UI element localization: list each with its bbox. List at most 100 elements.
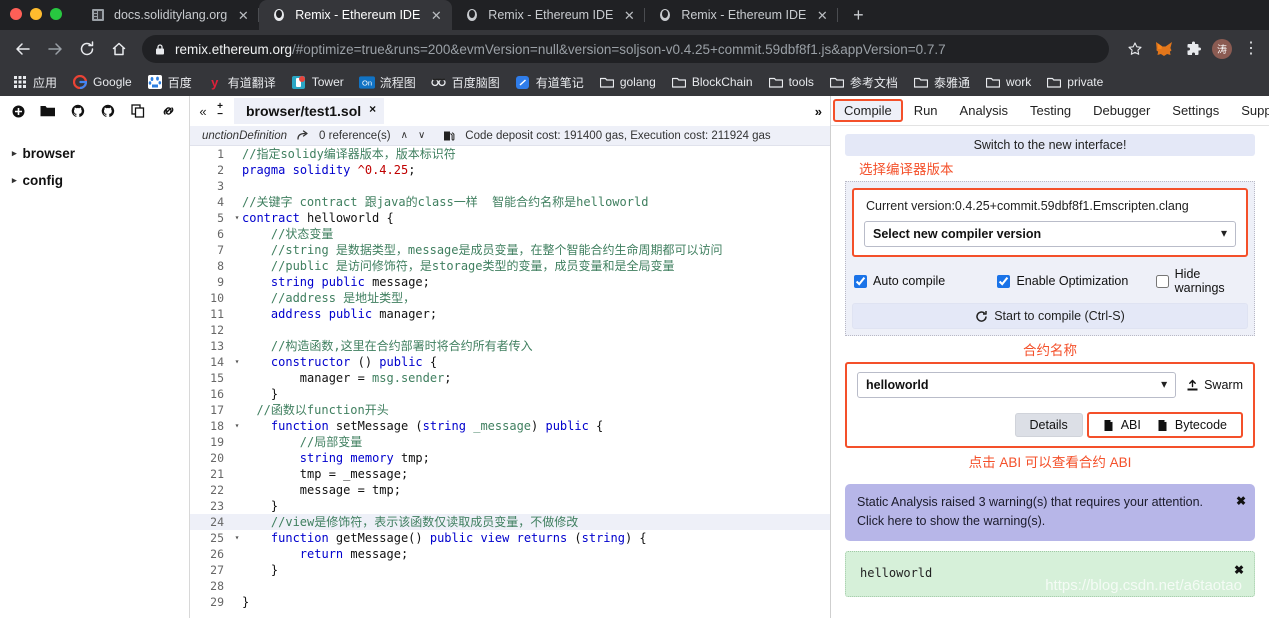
- bookmark-private[interactable]: private: [1040, 72, 1109, 92]
- publish-gist-icon[interactable]: [100, 103, 116, 119]
- file-tree-node-config[interactable]: ▸ config: [8, 167, 181, 194]
- expand-right-icon[interactable]: »: [815, 104, 830, 119]
- code-line[interactable]: 15 manager = msg.sender;: [190, 370, 830, 386]
- bookmark-blockchain[interactable]: BlockChain: [665, 72, 759, 92]
- browser-tab-0[interactable]: docs.soliditylang.org ✕: [78, 0, 260, 30]
- compile-success-panel[interactable]: helloworld ✖ https://blog.csdn.net/a6tao…: [845, 550, 1255, 597]
- hide-warnings-checkbox-row[interactable]: Hide warnings: [1155, 267, 1246, 295]
- start-compile-button[interactable]: Start to compile (Ctrl-S): [852, 303, 1248, 329]
- code-line[interactable]: 3: [190, 178, 830, 194]
- goto-reference-icon[interactable]: [297, 130, 309, 141]
- contract-select[interactable]: helloworld: [857, 372, 1177, 398]
- close-icon[interactable]: ✕: [621, 7, 637, 23]
- copy-abi-button[interactable]: ABI: [1095, 417, 1149, 433]
- reload-icon[interactable]: [72, 34, 102, 64]
- forward-icon[interactable]: [40, 34, 70, 64]
- puzzle-extension-icon[interactable]: [1183, 39, 1203, 59]
- close-icon[interactable]: ✕: [428, 7, 444, 23]
- browser-tab-3[interactable]: Remix - Ethereum IDE ✕: [645, 0, 839, 30]
- close-icon[interactable]: ✖: [1234, 563, 1244, 577]
- enable-optimization-checkbox-row[interactable]: Enable Optimization: [997, 274, 1155, 288]
- window-minimize-button[interactable]: [30, 8, 42, 20]
- close-icon[interactable]: ✕: [235, 7, 251, 23]
- new-tab-button[interactable]: +: [844, 1, 872, 29]
- browser-tab-2[interactable]: Remix - Ethereum IDE ✕: [452, 0, 646, 30]
- fold-toggle-icon[interactable]: ▾: [232, 418, 242, 434]
- next-reference-icon[interactable]: ∨: [418, 130, 425, 141]
- code-line[interactable]: 1 //指定solidy编译器版本，版本标识符: [190, 146, 830, 162]
- code-line[interactable]: 26 return message;: [190, 546, 830, 562]
- window-close-button[interactable]: [10, 8, 22, 20]
- details-button[interactable]: Details: [1014, 413, 1083, 437]
- auto-compile-checkbox[interactable]: [854, 274, 867, 288]
- code-line[interactable]: 25 ▾ function getMessage() public view re…: [190, 530, 830, 546]
- bookmark-work[interactable]: work: [979, 72, 1037, 92]
- code-line[interactable]: 23 }: [190, 498, 830, 514]
- prev-reference-icon[interactable]: ∧: [401, 130, 408, 141]
- bookmark-baidu-naotu[interactable]: 百度脑图: [425, 72, 506, 93]
- code-line[interactable]: 28: [190, 578, 830, 594]
- zoom-out-button[interactable]: −: [217, 110, 223, 120]
- file-tree-node-browser[interactable]: ▸ browser: [8, 140, 181, 167]
- tab-run[interactable]: Run: [903, 99, 949, 122]
- fold-toggle-icon[interactable]: ▾: [232, 530, 242, 546]
- home-icon[interactable]: [104, 34, 134, 64]
- switch-interface-banner[interactable]: Switch to the new interface!: [845, 134, 1255, 156]
- chevron-right-icon[interactable]: ▸: [12, 148, 17, 159]
- bookmark-tower[interactable]: Tower: [285, 72, 350, 92]
- code-line[interactable]: 20 string memory tmp;: [190, 450, 830, 466]
- bookmark-apps[interactable]: 应用: [6, 72, 63, 93]
- code-content[interactable]: 1 //指定solidy编译器版本，版本标识符 2 pragma solidity ^…: [190, 146, 830, 618]
- copy-files-icon[interactable]: [130, 103, 146, 119]
- hide-warnings-checkbox[interactable]: [1155, 274, 1169, 288]
- code-line[interactable]: 19 //局部变量: [190, 434, 830, 450]
- bookmark-reference-docs[interactable]: 参考文档: [823, 72, 904, 93]
- auto-compile-checkbox-row[interactable]: Auto compile: [854, 274, 997, 288]
- code-line[interactable]: 24 //view是修饰符，表示该函数仅读取成员变量，不做修改: [190, 514, 830, 530]
- code-line[interactable]: 18 ▾ function setMessage (string _message…: [190, 418, 830, 434]
- back-icon[interactable]: [8, 34, 38, 64]
- profile-avatar[interactable]: 涛: [1212, 39, 1232, 59]
- code-line[interactable]: 11 address public manager;: [190, 306, 830, 322]
- code-line[interactable]: 13 //构造函数,这里在合约部署时将合约所有者传入: [190, 338, 830, 354]
- collapse-left-icon[interactable]: «: [194, 104, 212, 119]
- code-line[interactable]: 2 pragma solidity ^0.4.25;: [190, 162, 830, 178]
- editor-file-tab[interactable]: browser/test1.sol ×: [234, 98, 385, 124]
- create-new-file-icon[interactable]: [10, 103, 26, 119]
- bookmark-baidu[interactable]: 百度: [141, 72, 198, 93]
- code-line[interactable]: 17 //函数以function开头: [190, 402, 830, 418]
- window-controls[interactable]: [10, 8, 62, 20]
- bookmark-youdao-translate[interactable]: y 有道翻译: [201, 72, 282, 93]
- code-line[interactable]: 16 }: [190, 386, 830, 402]
- browser-tab-1[interactable]: Remix - Ethereum IDE ✕: [259, 0, 453, 30]
- close-icon[interactable]: ✖: [1236, 492, 1246, 511]
- tab-debugger[interactable]: Debugger: [1082, 99, 1161, 122]
- chevron-right-icon[interactable]: ▸: [12, 175, 17, 186]
- bookmark-taiyatong[interactable]: 泰雅通: [907, 72, 976, 93]
- code-line[interactable]: 8 //public 是访问修饰符，是storage类型的变量，成员变量和是全局…: [190, 258, 830, 274]
- tab-testing[interactable]: Testing: [1019, 99, 1082, 122]
- tab-analysis[interactable]: Analysis: [949, 99, 1019, 122]
- code-line[interactable]: 9 string public message;: [190, 274, 830, 290]
- connect-github-icon[interactable]: [70, 103, 86, 119]
- code-line[interactable]: 6 //状态变量: [190, 226, 830, 242]
- static-analysis-warning[interactable]: Static Analysis raised 3 warning(s) that…: [845, 484, 1255, 541]
- copy-bytecode-button[interactable]: Bytecode: [1149, 417, 1235, 433]
- code-line[interactable]: 14 ▾ constructor () public {: [190, 354, 830, 370]
- fold-toggle-icon[interactable]: ▾: [232, 210, 242, 226]
- close-icon[interactable]: ✕: [814, 7, 830, 23]
- tab-compile[interactable]: Compile: [833, 99, 903, 122]
- code-line[interactable]: 21 tmp = _message;: [190, 466, 830, 482]
- close-icon[interactable]: ×: [369, 102, 376, 116]
- tab-support[interactable]: Support: [1230, 99, 1269, 122]
- code-line[interactable]: 22 message = tmp;: [190, 482, 830, 498]
- window-maximize-button[interactable]: [50, 8, 62, 20]
- code-line[interactable]: 12: [190, 322, 830, 338]
- link-icon[interactable]: [160, 103, 176, 119]
- bookmark-golang[interactable]: golang: [593, 72, 662, 92]
- publish-swarm-button[interactable]: Swarm: [1186, 378, 1243, 392]
- fold-toggle-icon[interactable]: ▾: [232, 354, 242, 370]
- code-line[interactable]: 7 //string 是数据类型，message是成员变量，在整个智能合约生命周…: [190, 242, 830, 258]
- enable-optimization-checkbox[interactable]: [997, 274, 1011, 288]
- compiler-version-select[interactable]: Select new compiler version: [864, 221, 1236, 247]
